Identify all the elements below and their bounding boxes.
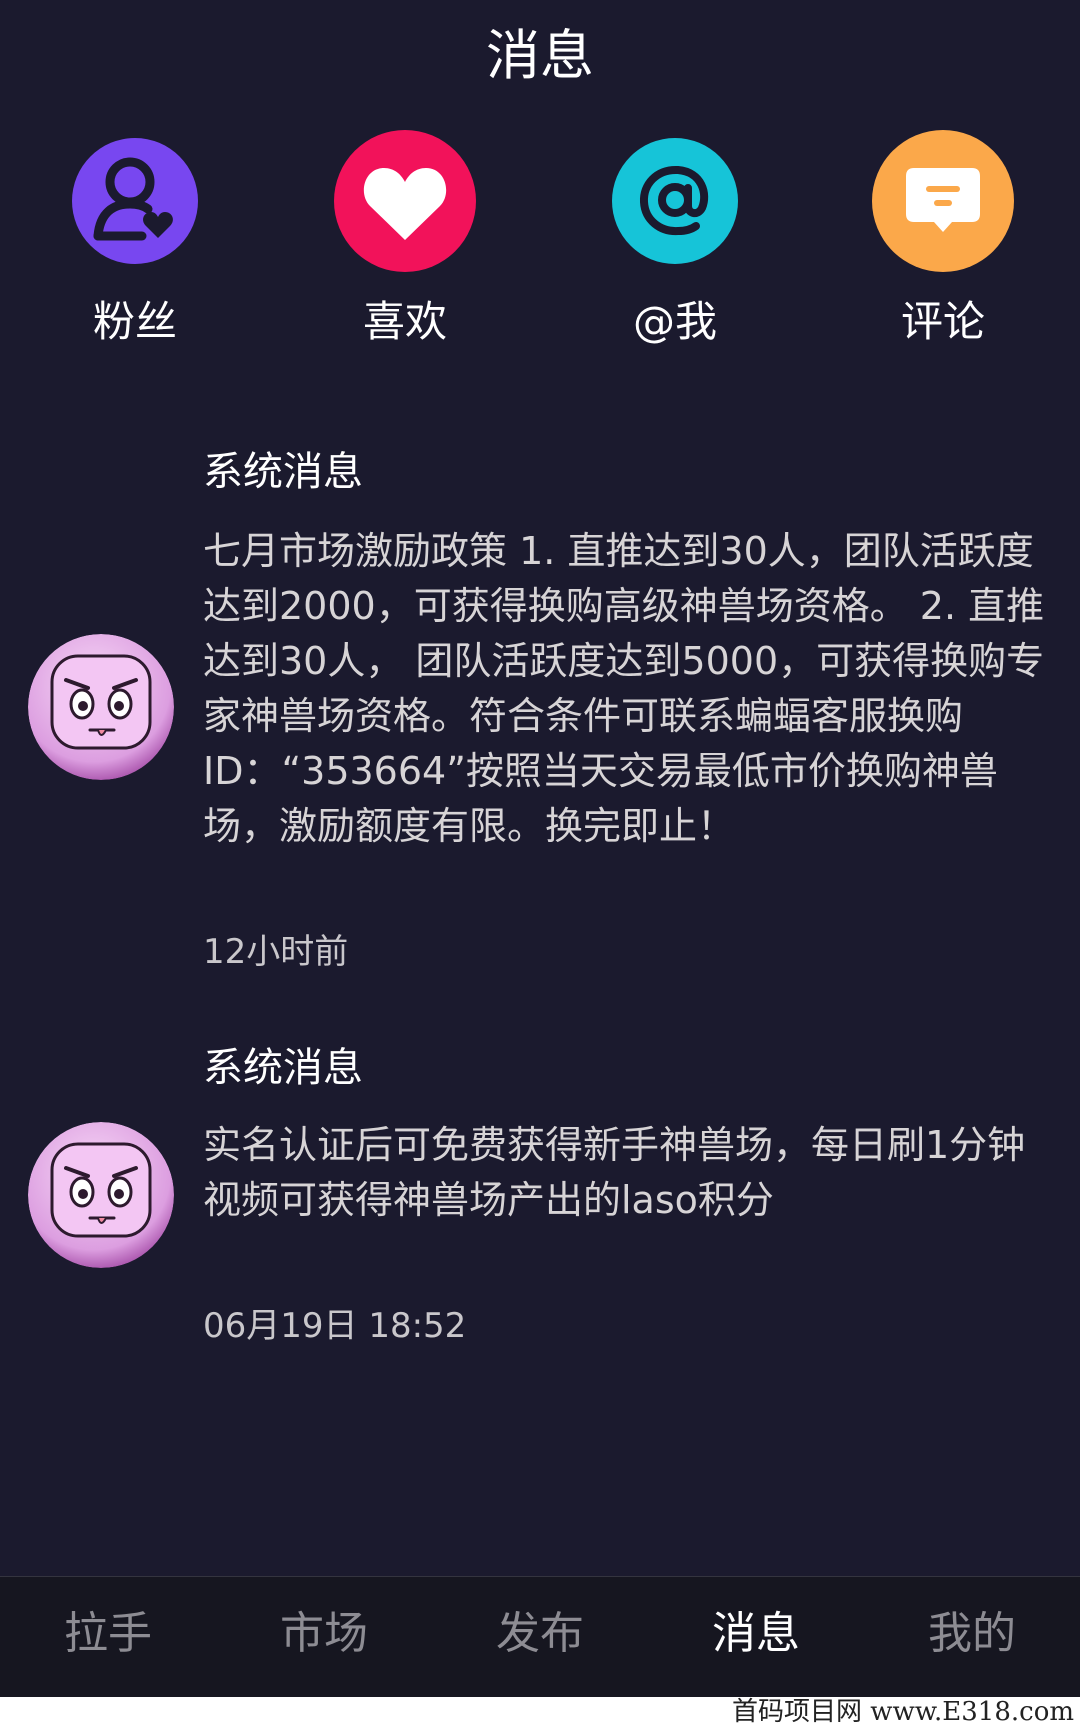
shortcut-likes-label: 喜欢: [362, 297, 447, 346]
page-title: 消息: [486, 24, 594, 87]
shortcut-comments[interactable]: 评论: [848, 130, 1038, 346]
tab-me[interactable]: 我的: [864, 1577, 1080, 1697]
message-title: 系统消息: [203, 1045, 363, 1091]
avatar: [28, 634, 174, 780]
tab-lashou[interactable]: 拉手: [0, 1577, 216, 1697]
message-body: 实名认证后可免费获得新手神兽场，每日刷1分钟视频可获得神兽场产出的laso积分: [203, 1123, 1026, 1222]
tab-market[interactable]: 市场: [216, 1577, 432, 1697]
comment-icon: [872, 130, 1014, 272]
shortcut-followers-label: 粉丝: [92, 297, 177, 346]
shortcut-mentions-label: @我: [632, 297, 717, 346]
message-time: 12小时前: [203, 932, 349, 972]
at-sign-icon: [612, 138, 738, 264]
shortcut-likes[interactable]: 喜欢: [310, 130, 500, 346]
shortcut-comments-label: 评论: [900, 297, 985, 346]
tab-messages[interactable]: 消息: [648, 1577, 864, 1697]
avatar: [28, 1122, 174, 1268]
shortcut-mentions[interactable]: @我: [580, 130, 770, 346]
tab-publish[interactable]: 发布: [432, 1577, 648, 1697]
watermark-strip: 首码项目网 www.E318.com: [0, 1697, 1080, 1728]
message-title: 系统消息: [203, 449, 363, 495]
heart-icon: [334, 130, 476, 272]
shortcut-followers[interactable]: 粉丝: [40, 130, 230, 346]
message-time: 06月19日 18:52: [203, 1306, 467, 1346]
watermark: 首码项目网 www.E318.com: [732, 1697, 1074, 1727]
follower-heart-icon: [72, 138, 198, 264]
bottom-tab-bar: 拉手 市场 发布 消息 我的: [0, 1576, 1080, 1697]
message-body: 七月市场激励政策 1. 直推达到30人，团队活跃度达到2000，可获得换购高级神…: [203, 529, 1045, 848]
